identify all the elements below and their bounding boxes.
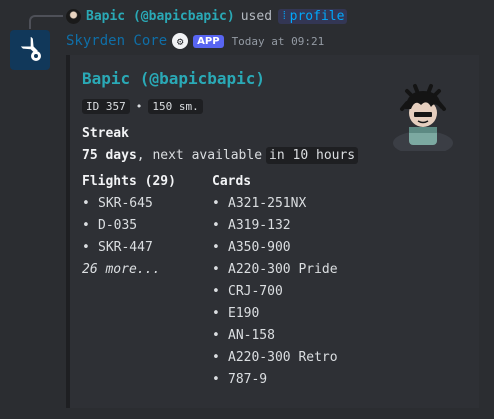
flights-column: Flights (29) • SKR-645 • D-035 • SKR-447 26…	[82, 174, 176, 281]
card-name: A220-300 Retro	[228, 350, 338, 365]
card-name: E190	[228, 306, 260, 321]
bullet: •	[212, 218, 220, 233]
slash-command-icon: ⁞	[281, 9, 288, 22]
list-item: • E190	[212, 303, 338, 325]
flights-more: 26 more...	[82, 262, 161, 277]
cards-column: Cards • A321-251NX • A319-132 • A350-900 • A…	[212, 174, 338, 391]
bullet: •	[212, 196, 220, 211]
list-item: • A321-251NX	[212, 193, 338, 215]
meta-separator: •	[135, 100, 143, 113]
list-item: • SKR-447	[82, 237, 176, 259]
profile-embed: Bapic (@bapicbapic) ID 357 • 150 sm. Str…	[66, 55, 479, 408]
cards-heading: Cards	[212, 174, 252, 189]
bot-name[interactable]: Skyrden Core	[66, 33, 167, 49]
message-header: Skyrden Core ⚙ APP Today at 09:21	[66, 32, 324, 50]
plane-gear-icon	[20, 37, 41, 61]
command-mention[interactable]: ⁞ profile	[278, 8, 348, 24]
bullet: •	[82, 218, 90, 233]
profile-thumbnail[interactable]	[387, 79, 459, 155]
cards-list: • A321-251NX • A319-132 • A350-900 • A220-30…	[212, 193, 338, 391]
list-item: • A220-300 Pride	[212, 259, 338, 281]
bullet: •	[212, 328, 220, 343]
reply-reference[interactable]: Bapic (@bapicbapic) used ⁞ profile	[66, 7, 348, 25]
list-item: • SKR-645	[82, 193, 176, 215]
card-name: A350-900	[228, 240, 291, 255]
list-item: • CRJ-700	[212, 281, 338, 303]
reply-used-text: used	[240, 8, 273, 24]
bullet: •	[212, 306, 220, 321]
user-avatar[interactable]	[66, 8, 81, 24]
embed-title: Bapic (@bapicbapic)	[82, 69, 266, 88]
avatar-image	[393, 84, 453, 155]
card-name: A220-300 Pride	[228, 262, 338, 277]
bullet: •	[82, 240, 90, 255]
timestamp[interactable]: Today at 09:21	[232, 35, 325, 48]
app-tag: APP	[193, 34, 224, 48]
list-item: • A220-300 Retro	[212, 347, 338, 369]
card-name: 787-9	[228, 372, 268, 387]
score-badge: 150 sm.	[148, 99, 203, 114]
list-item: • A319-132	[212, 215, 338, 237]
bot-avatar[interactable]	[10, 30, 50, 70]
list-item: • 787-9	[212, 369, 338, 391]
streak-line: 75 days , next available in 10 hours	[82, 147, 359, 164]
list-item: • D-035	[82, 215, 176, 237]
streak-label: Streak	[82, 126, 129, 141]
list-item: • A350-900	[212, 237, 338, 259]
bullet: •	[212, 240, 220, 255]
bullet: •	[212, 262, 220, 277]
card-name: A321-251NX	[228, 196, 307, 211]
bullet: •	[82, 196, 90, 211]
flights-list: • SKR-645 • D-035 • SKR-447	[82, 193, 176, 259]
bullet: •	[212, 284, 220, 299]
flight-code: SKR-447	[98, 240, 153, 255]
streak-days: 75 days	[82, 148, 137, 163]
meta-row: ID 357 • 150 sm.	[82, 99, 203, 114]
verified-gear-icon: ⚙	[172, 33, 189, 49]
card-name: CRJ-700	[228, 284, 283, 299]
command-name: profile	[289, 8, 345, 24]
flights-heading: Flights (29)	[82, 174, 176, 189]
id-badge: ID 357	[82, 99, 130, 114]
streak-time-badge: in 10 hours	[266, 147, 359, 164]
list-item: • AN-158	[212, 325, 338, 347]
reply-connector	[29, 15, 63, 29]
flight-code: SKR-645	[98, 196, 153, 211]
bullet: •	[212, 372, 220, 387]
bullet: •	[212, 350, 220, 365]
reply-user-name[interactable]: Bapic (@bapicbapic)	[86, 9, 235, 24]
flight-code: D-035	[98, 218, 138, 233]
card-name: A319-132	[228, 218, 291, 233]
card-name: AN-158	[228, 328, 275, 343]
streak-next-text: , next available	[136, 148, 263, 163]
